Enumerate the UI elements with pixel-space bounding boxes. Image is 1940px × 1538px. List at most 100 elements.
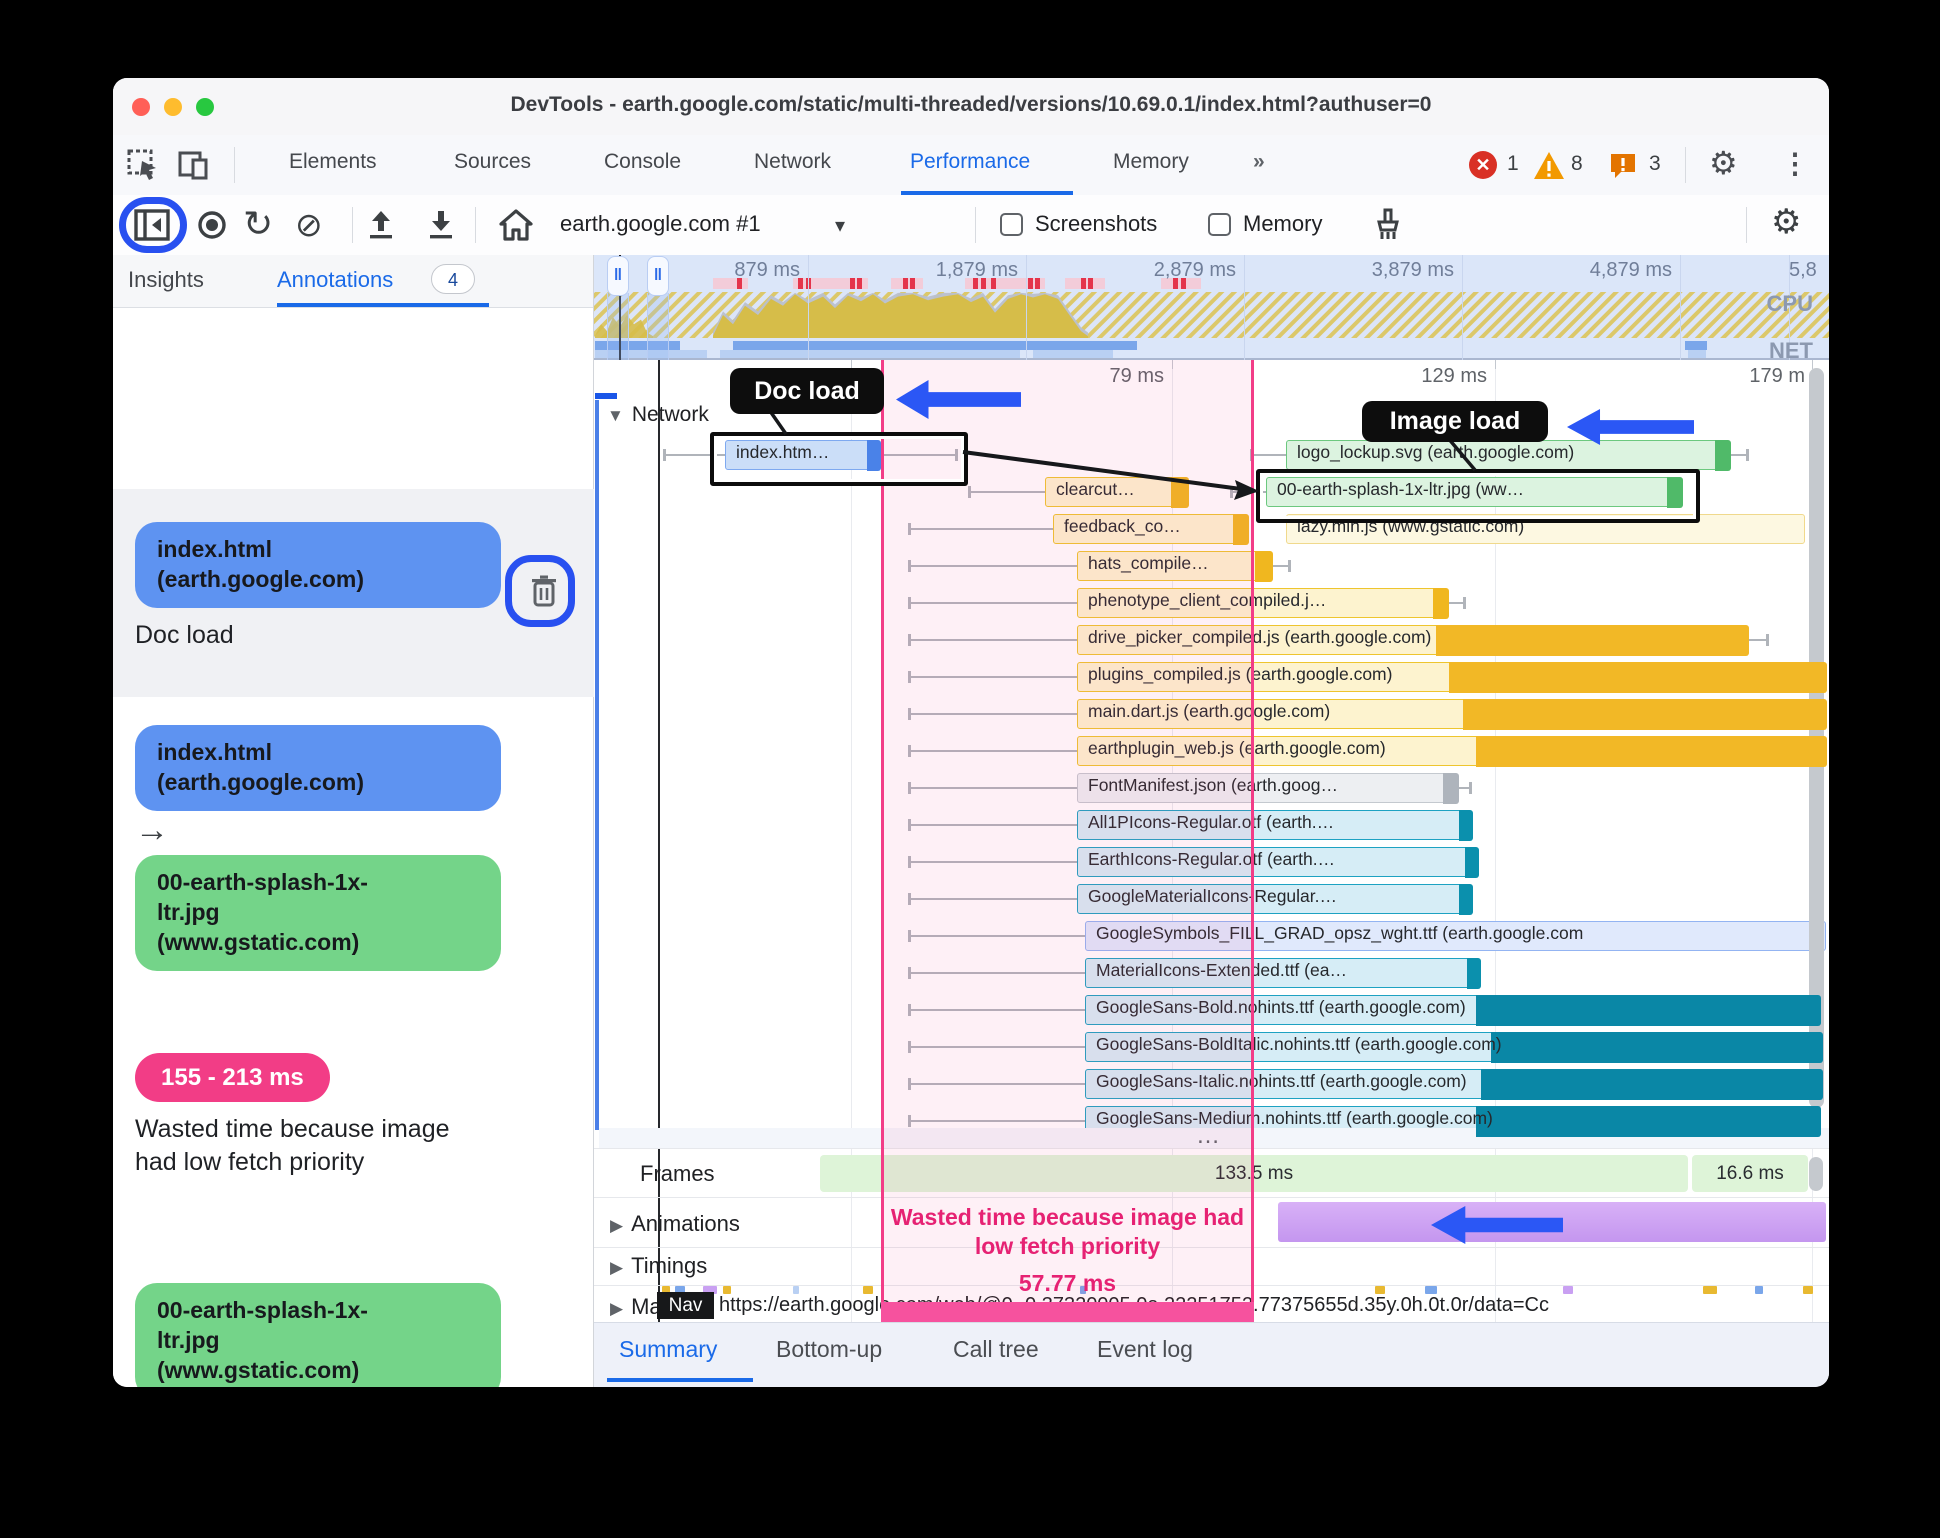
expand-triangle-icon[interactable]: ▶	[610, 1299, 623, 1318]
bottom-tab-bottom-up[interactable]: Bottom-up	[776, 1336, 882, 1363]
long-task-tick	[1035, 278, 1040, 289]
request-download-cap	[1466, 957, 1481, 989]
main-track-label[interactable]: ▶ Ma	[610, 1294, 662, 1320]
warning-badge-icon[interactable]	[1533, 151, 1565, 181]
bottom-tab-summary[interactable]: Summary	[619, 1336, 717, 1363]
device-toolbar-icon[interactable]	[177, 148, 211, 182]
chip-line: 155 - 213 ms	[161, 1064, 304, 1091]
divider	[234, 147, 235, 183]
range-handle-stem	[647, 293, 669, 360]
tab-insights[interactable]: Insights	[128, 267, 204, 293]
annotation-range-chip[interactable]: 155 - 213 ms	[135, 1053, 330, 1103]
image-load-flag: Image load	[1362, 401, 1548, 442]
devtools-window: DevTools - earth.google.com/static/multi…	[113, 78, 1829, 1387]
settings-gear-icon[interactable]: ⚙	[1709, 144, 1738, 182]
flamechart-mini-chip	[1375, 1286, 1385, 1294]
long-task-tick	[857, 278, 862, 289]
profile-selector[interactable]: earth.google.com #1	[560, 211, 761, 237]
chip-line: index.html	[157, 739, 273, 765]
overview-tick-label: 4,879 ms	[1589, 259, 1672, 281]
profile-dropdown-caret-icon[interactable]: ▾	[835, 213, 845, 238]
overview-tick-label: 2,879 ms	[1153, 259, 1236, 281]
ruler-tick-label: 129 ms	[1421, 365, 1487, 387]
timings-track-label[interactable]: ▶ Timings	[610, 1253, 707, 1279]
issue-count[interactable]: 3	[1649, 152, 1661, 176]
tab-performance[interactable]: Performance	[910, 150, 1030, 174]
upload-profile-icon[interactable]	[365, 209, 397, 241]
request-whisker	[1448, 602, 1463, 604]
request-whisker	[1730, 454, 1746, 456]
annotations-sidebar: Insights Annotations 4 index.html (earth.…	[113, 255, 594, 1387]
overview-tick-label: 5,8	[1789, 259, 1817, 281]
request-download-segment	[1475, 994, 1821, 1026]
frames-segment[interactable]: 16.6 ms	[1692, 1155, 1808, 1192]
annotation-link-from-chip[interactable]: index.html (earth.google.com)	[135, 725, 501, 811]
request-whisker-tick	[1746, 449, 1749, 461]
chip-line: 00-earth-splash-1x-	[157, 1297, 368, 1323]
record-icon[interactable]	[197, 210, 227, 240]
network-request-bar[interactable]: logo_lockup.svg (earth.google.com)	[1286, 439, 1731, 471]
request-whisker	[1458, 787, 1469, 789]
home-icon[interactable]	[498, 208, 534, 242]
request-download-cap	[1254, 550, 1273, 582]
expand-triangle-icon[interactable]: ▶	[610, 1258, 623, 1277]
kebab-menu-icon[interactable]: ⋮	[1781, 147, 1809, 180]
annotation-chip-3[interactable]: 00-earth-splash-1x-ltr.jpg (www.gstatic.c…	[135, 1283, 501, 1387]
range-handle-left[interactable]: ‖	[607, 256, 629, 296]
capture-settings-gear-icon[interactable]: ⚙	[1771, 202, 1801, 242]
collect-garbage-icon[interactable]	[1371, 208, 1405, 242]
overview-gridline	[1026, 255, 1027, 360]
clear-icon[interactable]: ⊘	[295, 205, 323, 244]
performance-toolbar: ↻ ⊘ earth.google.com #1 ▾ Screenshots Me…	[113, 195, 1829, 256]
error-count[interactable]: 1	[1507, 152, 1519, 176]
issues-badge-icon[interactable]	[1609, 152, 1637, 180]
overview-tick-label: 1,879 ms	[935, 259, 1018, 281]
download-profile-icon[interactable]	[425, 209, 457, 241]
bottom-tab-call-tree[interactable]: Call tree	[953, 1336, 1039, 1363]
chip-line: ltr.jpg	[157, 1326, 220, 1353]
request-whisker-tick	[1469, 782, 1472, 794]
screenshot-canvas: DevTools - earth.google.com/static/multi…	[0, 0, 1940, 1538]
divider	[1746, 207, 1747, 243]
frames-scrollbar[interactable]	[1809, 1157, 1823, 1191]
annotation-caption-0: Doc load	[135, 621, 234, 649]
range-handle-stem	[607, 293, 629, 360]
tab-sources[interactable]: Sources	[454, 150, 531, 174]
more-tabs-button[interactable]: »	[1253, 150, 1265, 174]
annotation-link-arrow: →	[135, 811, 169, 849]
warning-count[interactable]: 8	[1571, 152, 1583, 176]
annotation-chip-0[interactable]: index.html (earth.google.com)	[135, 522, 501, 608]
request-download-cap	[1464, 846, 1479, 878]
range-handle-right[interactable]: ‖	[647, 256, 669, 296]
request-label: logo_lockup.svg (earth.google.com)	[1297, 442, 1575, 462]
trash-icon[interactable]	[529, 575, 559, 609]
tab-memory[interactable]: Memory	[1113, 150, 1189, 174]
reload-record-icon[interactable]: ↻	[243, 203, 273, 245]
request-download-segment	[1475, 735, 1827, 767]
tab-console[interactable]: Console	[604, 150, 681, 174]
show-sidebar-icon[interactable]	[134, 209, 172, 242]
title-bar: DevTools - earth.google.com/static/multi…	[113, 78, 1829, 136]
chip-line: (earth.google.com)	[157, 565, 365, 592]
request-whisker	[1748, 639, 1766, 641]
annotation-link-to-chip[interactable]: 00-earth-splash-1x-ltr.jpg (www.gstatic.c…	[135, 855, 501, 971]
overview-cpu-label: CPU	[1766, 291, 1813, 316]
overview-gridline	[1244, 255, 1245, 360]
tab-annotations[interactable]: Annotations	[277, 267, 393, 293]
expand-triangle-icon[interactable]: ▶	[610, 1216, 623, 1235]
collapse-triangle-icon[interactable]: ▼	[607, 406, 624, 425]
divider	[475, 207, 476, 243]
frames-track-label[interactable]: Frames	[640, 1161, 715, 1187]
tab-elements[interactable]: Elements	[289, 150, 377, 174]
animations-track-label[interactable]: ▶ Animations	[610, 1211, 740, 1237]
flamechart-mini-chip	[1563, 1286, 1573, 1294]
annotated-request-outline	[1256, 469, 1700, 523]
error-badge-icon[interactable]: ✕	[1469, 151, 1497, 179]
network-track-header[interactable]: ▼ Network	[607, 403, 709, 427]
inspect-icon[interactable]	[126, 148, 160, 182]
bottom-tab-event-log[interactable]: Event log	[1097, 1336, 1193, 1363]
memory-checkbox[interactable]	[1208, 213, 1231, 236]
overview-tick-label: 3,879 ms	[1371, 259, 1454, 281]
tab-network[interactable]: Network	[754, 150, 831, 174]
screenshots-checkbox[interactable]	[1000, 213, 1023, 236]
